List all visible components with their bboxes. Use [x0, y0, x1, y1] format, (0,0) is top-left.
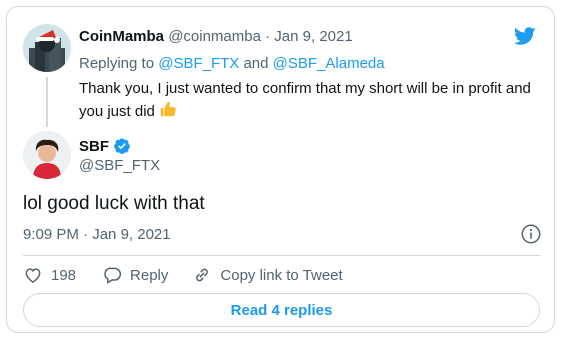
sbf-avatar[interactable] — [23, 131, 71, 179]
heart-icon — [25, 268, 41, 283]
replying-to-joiner: and — [243, 55, 269, 72]
main-author-name[interactable]: SBF — [79, 138, 109, 155]
copy-link-icon — [196, 268, 209, 282]
thumbs-up-icon — [159, 100, 177, 125]
sbf-name-row: SBF — [79, 137, 131, 155]
read-replies-button[interactable]: Read 4 replies — [23, 293, 540, 327]
replying-to-user-sbf-alameda[interactable]: @SBF_Alameda — [273, 55, 385, 72]
replying-to-user-sbf-ftx[interactable]: @SBF_FTX — [158, 55, 239, 72]
twitter-bird-icon[interactable] — [512, 25, 538, 47]
reply-date-separator: · — [265, 28, 271, 45]
verified-badge-icon — [114, 138, 130, 154]
main-tweet-timestamp[interactable]: 9:09 PM · Jan 9, 2021 — [23, 226, 171, 243]
info-icon[interactable] — [520, 223, 542, 245]
reply-label: Reply — [130, 266, 169, 284]
divider — [23, 255, 540, 256]
reply-tweet-date[interactable]: Jan 9, 2021 — [274, 28, 352, 45]
reply-author-name[interactable]: CoinMamba — [79, 28, 164, 45]
coinmamba-avatar[interactable] — [23, 24, 71, 72]
replying-to-line: Replying to @SBF_FTX and @SBF_Alameda — [79, 55, 385, 72]
replying-to-label: Replying to — [79, 55, 155, 72]
main-tweet-date: Jan 9, 2021 — [92, 226, 171, 243]
reply-author-handle[interactable]: @coinmamba — [168, 28, 261, 45]
reply-button[interactable]: Reply — [102, 265, 168, 285]
tweet-actions: 198 Reply Copy link to Tweet — [23, 263, 343, 287]
read-replies-label: Read 4 replies — [230, 301, 333, 319]
thread-line — [46, 77, 48, 127]
reply-icon — [104, 267, 122, 284]
copy-link-button[interactable]: Copy link to Tweet — [192, 265, 343, 285]
main-author-handle[interactable]: @SBF_FTX — [79, 157, 160, 174]
tweet-embed-card: CoinMamba @coinmamba · Jan 9, 2021 Reply… — [6, 6, 555, 333]
reply-tweet-text-block: Thank you, I just wanted to confirm that… — [79, 78, 534, 125]
main-tweet-separator: · — [83, 226, 89, 243]
reply-tweet-text: Thank you, I just wanted to confirm that… — [79, 80, 531, 120]
copy-link-label: Copy link to Tweet — [220, 266, 343, 284]
like-button[interactable]: 198 — [23, 265, 76, 285]
reply-tweet-header: CoinMamba @coinmamba · Jan 9, 2021 — [79, 28, 353, 45]
like-count: 198 — [51, 266, 77, 284]
main-tweet-time: 9:09 PM — [23, 226, 79, 243]
main-tweet-text: lol good luck with that — [23, 193, 205, 214]
